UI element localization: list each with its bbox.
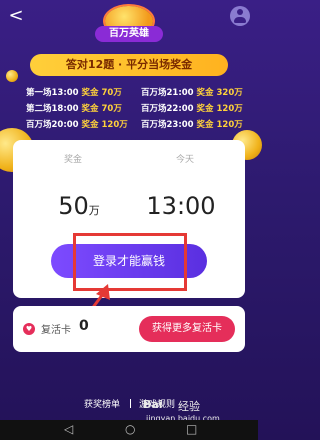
schedule-prize-label: 奖金 [81,120,99,130]
prize-amount: 50万 [39,192,119,220]
watermark-logo: Bai [143,398,163,411]
schedule-row-1: 第一场13:00 奖金 70万 [26,86,122,98]
revive-card-bar: ♥ 复活卡 0 获得更多复活卡 [13,306,245,352]
schedule-time: 百万场23:00 [141,120,194,130]
schedule-prize-value: 120万 [216,104,243,114]
slogan-banner: 答对12题 · 平分当场奖金 [30,54,228,76]
android-nav-bar: ◁ ○ □ [0,420,258,440]
prize-label: 奖金 [63,155,82,165]
schedule-row-1-right: 百万场21:00 奖金 320万 [141,86,243,98]
schedule-prize-label: 奖金 [81,104,99,114]
coin-icon [6,70,18,82]
schedule-row-2-right: 百万场22:00 奖金 120万 [141,102,243,114]
schedule-row-2: 第二场18:00 奖金 70万 [26,102,122,114]
schedule-time: 百万场22:00 [141,104,194,114]
schedule-prize-label: 奖金 [196,120,214,130]
get-more-revive-button[interactable]: 获得更多复活卡 [139,316,235,342]
footer-divider [130,399,131,408]
schedule-prize-value: 70万 [101,88,122,98]
schedule-prize-label: 奖金 [196,88,214,98]
nav-home-icon[interactable]: ○ [125,422,135,436]
logo-text: 百万英雄 [95,26,163,42]
rank-link[interactable]: 获奖榜单 [84,397,120,410]
revive-label-text: 复活卡 [41,325,71,336]
nav-back-icon[interactable]: ◁ [64,422,73,436]
schedule-prize-value: 120万 [216,120,243,130]
heart-icon: ♥ [23,323,35,335]
revive-count: 0 [79,318,89,334]
prize-value: 50 [58,192,89,220]
user-avatar-icon[interactable] [230,6,250,26]
schedule-prize-label: 奖金 [196,104,214,114]
schedule-prize-value: 320万 [216,88,243,98]
time-label: 今天 [175,155,194,165]
start-time: 13:00 [146,192,216,220]
schedule-prize-value: 70万 [101,104,122,114]
watermark-brand: 经验 [178,400,200,413]
schedule-time: 百万场20:00 [26,120,79,130]
schedule-time: 第一场13:00 [26,88,79,98]
schedule-row-3-right: 百万场23:00 奖金 120万 [141,118,243,130]
back-button[interactable]: < [6,6,26,26]
schedule-time: 百万场21:00 [141,88,194,98]
schedule-row-3: 百万场20:00 奖金 120万 [26,118,128,130]
prize-unit: 万 [88,204,100,217]
nav-recent-icon[interactable]: □ [186,422,197,436]
schedule-time: 第二场18:00 [26,104,79,114]
app-logo: 百万英雄 [95,6,163,44]
schedule-prize-value: 120万 [101,120,128,130]
schedule-prize-label: 奖金 [81,88,99,98]
revive-label: 复活卡 [41,321,71,336]
